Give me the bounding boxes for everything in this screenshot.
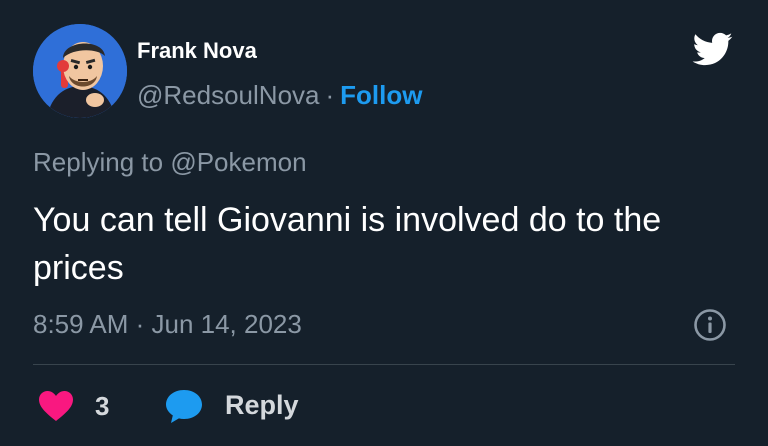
avatar[interactable] [33,24,127,118]
replying-prefix: Replying to [33,147,164,177]
like-count[interactable]: 3 [95,391,109,421]
tweet-card: Frank Nova @RedsoulNova · Follow Replying … [0,0,768,446]
reply-button[interactable]: Reply [225,390,299,420]
user-handle[interactable]: @RedsoulNova [137,80,319,110]
twitter-bird-icon[interactable] [688,28,736,70]
info-icon[interactable] [693,308,727,342]
speech-bubble-icon[interactable] [164,388,204,424]
divider [33,364,735,365]
tweet-timestamp[interactable]: 8:59 AM · Jun 14, 2023 [33,308,302,340]
separator-dot: · [325,80,335,110]
handle-row: @RedsoulNova · Follow [137,80,422,110]
follow-button[interactable]: Follow [340,80,422,110]
reply-target-handle[interactable]: @Pokemon [170,147,306,177]
display-name[interactable]: Frank Nova [137,38,257,64]
heart-icon[interactable] [38,390,74,422]
replying-to: Replying to @Pokemon [33,146,307,178]
tweet-text: You can tell Giovanni is involved do to … [33,201,662,287]
avatar-illustration [33,24,127,118]
